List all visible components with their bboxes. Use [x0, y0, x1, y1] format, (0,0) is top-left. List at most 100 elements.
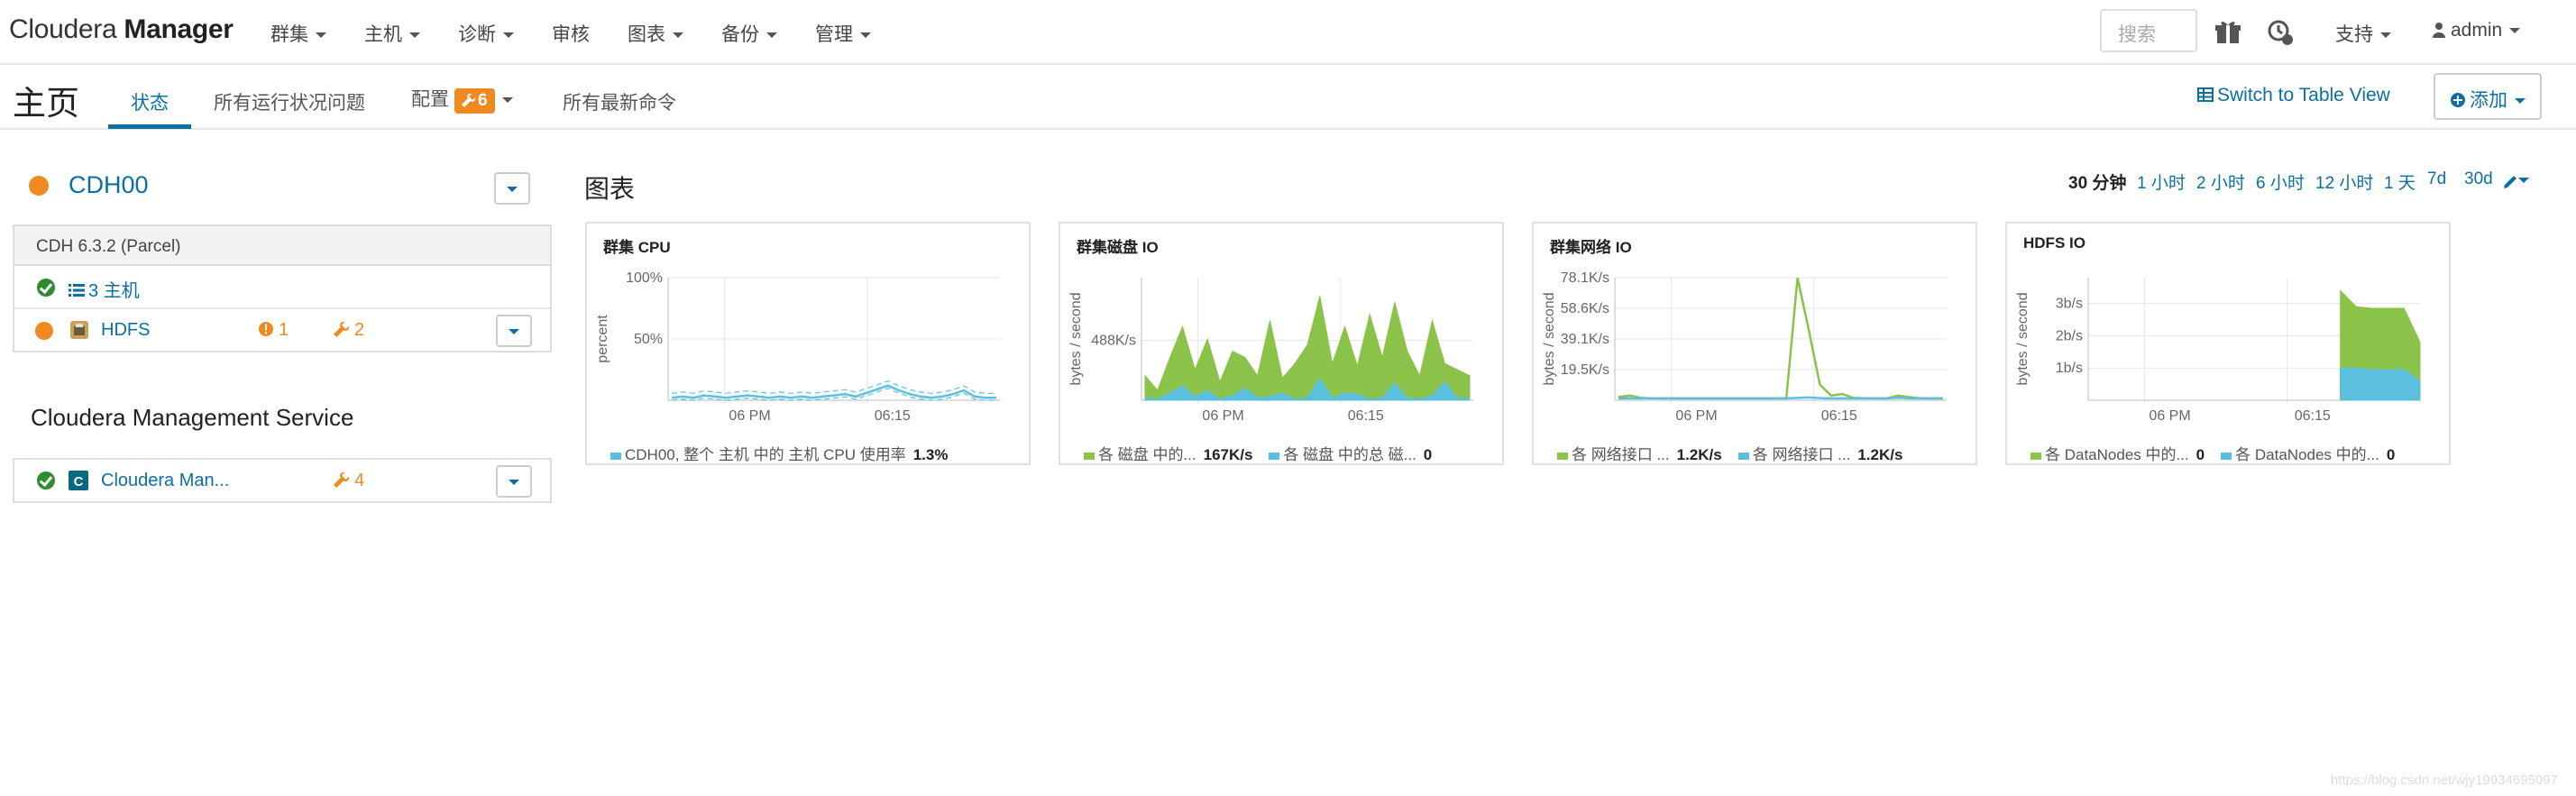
time-range-option[interactable]: 1 小时 — [2137, 169, 2186, 194]
nav-menu-label: 管理 — [815, 24, 853, 45]
y-tick-label: 2b/s — [2056, 328, 2083, 343]
cluster-version: CDH 6.3.2 (Parcel) — [13, 224, 552, 266]
chevron-down-icon — [509, 329, 519, 334]
legend-swatch — [1269, 452, 1280, 460]
legend-series-name[interactable]: 各 磁盘 中的... — [1098, 446, 1196, 463]
search-input[interactable]: 搜索 — [2100, 9, 2197, 52]
cms-service-link[interactable]: Cloudera Man... — [101, 471, 229, 491]
config-issues-indicator[interactable]: 2 — [334, 320, 364, 341]
chevron-down-icon — [2380, 32, 2391, 39]
chevron-down-icon — [673, 32, 683, 39]
chevron-down-icon — [766, 32, 777, 39]
nav-menu-label: 备份 — [721, 24, 759, 45]
add-button[interactable]: 添加 — [2434, 73, 2542, 120]
nav-menu-item[interactable]: 管理 — [815, 20, 871, 47]
legend-swatch — [610, 452, 621, 460]
hdfs-service-link[interactable]: HDFS — [101, 320, 150, 341]
nav-menu-item[interactable]: 诊断 — [458, 20, 514, 47]
alert-icon — [259, 322, 273, 336]
running-commands-icon[interactable] — [2266, 18, 2295, 47]
y-tick-label: 39.1K/s — [1561, 332, 1609, 347]
time-range-option[interactable]: 1 天 — [2384, 169, 2416, 194]
chevron-down-icon — [409, 32, 420, 39]
legend-swatch — [1737, 452, 1749, 460]
list-item: 3 主机 — [14, 266, 550, 309]
time-range-option[interactable]: 2 小时 — [2196, 169, 2245, 194]
wrench-icon — [334, 321, 350, 337]
page-title: 主页 — [13, 85, 79, 122]
cluster-actions-dropdown[interactable] — [494, 172, 530, 205]
service-status-dot — [35, 322, 53, 340]
nav-menu-item[interactable]: 备份 — [721, 20, 777, 47]
legend-series-name[interactable]: 各 DataNodes 中的... — [2045, 446, 2189, 463]
y-tick-label: 50% — [634, 332, 663, 347]
legend-value: 0 — [1423, 446, 1433, 463]
ok-status-icon — [37, 471, 55, 489]
cluster-status-dot — [29, 176, 49, 196]
time-range-option[interactable]: 7d — [2427, 169, 2446, 189]
legend-series-name[interactable]: 各 网络接口 ... — [1753, 446, 1851, 463]
table-icon — [2197, 87, 2214, 102]
health-alerts-indicator[interactable]: 1 — [258, 320, 289, 341]
pencil-icon[interactable] — [2502, 171, 2520, 189]
chart-card[interactable]: bytes / second 78.1K/s 58.6K/s 39.1K/s 19.5K… — [1532, 222, 1977, 465]
chart-card[interactable]: percent 100% 50% 06 PM 06:15 群集 CPU CDH00, 整个 … — [585, 222, 1031, 465]
chevron-down-icon — [2509, 28, 2521, 34]
support-label: 支持 — [2335, 24, 2373, 45]
cms-actions-dropdown[interactable] — [496, 465, 532, 498]
hdfs-service-icon — [70, 321, 88, 339]
chart-card[interactable]: bytes / second 488K/s 06 PM 06:15 群集磁盘 IO 各 磁… — [1059, 222, 1504, 465]
service-actions-dropdown[interactable] — [496, 315, 532, 347]
y-axis-label: percent — [595, 315, 610, 363]
cluster-name-link[interactable]: CDH00 — [69, 171, 149, 199]
y-tick-label: 100% — [626, 270, 663, 286]
cloudera-service-icon: C — [69, 471, 88, 490]
legend-series-name[interactable]: 各 磁盘 中的总 磁... — [1283, 446, 1416, 463]
x-tick-label: 06 PM — [2149, 408, 2190, 424]
nav-menu-item[interactable]: 群集 — [270, 20, 326, 47]
app-logo[interactable]: Cloudera Manager — [9, 14, 234, 45]
time-range-option[interactable]: 30d — [2464, 169, 2493, 189]
legend-value: 1.2K/s — [1857, 446, 1903, 463]
user-icon — [2433, 23, 2445, 38]
time-range-option[interactable]: 30 分钟 — [2068, 169, 2126, 194]
chart-card[interactable]: bytes / second 3b/s 2b/s 1b/s 06 PM 06:15 HDFS… — [2005, 222, 2451, 465]
watermark: https://blog.csdn.net/wjy19934695097 — [2331, 773, 2558, 788]
hosts-link[interactable]: 3 主机 — [69, 276, 140, 302]
nav-menu-item[interactable]: 审核 — [552, 20, 590, 47]
tab-recent-commands[interactable]: 所有最新命令 — [563, 88, 676, 115]
legend-swatch — [1084, 452, 1095, 460]
hosts-label: 3 主机 — [88, 281, 140, 301]
legend-series-name[interactable]: CDH00, 整个 主机 中的 主机 CPU 使用率 — [625, 446, 906, 463]
list-icon — [69, 284, 85, 297]
chevron-down-icon[interactable] — [2518, 178, 2529, 183]
nav-menu-item[interactable]: 图表 — [628, 20, 683, 47]
legend-series-name[interactable]: 各 DataNodes 中的... — [2235, 446, 2379, 463]
time-range-option[interactable]: 6 小时 — [2256, 169, 2305, 194]
wrench-icon — [334, 471, 350, 488]
y-tick-label: 78.1K/s — [1561, 270, 1609, 286]
config-badge-count: 6 — [478, 91, 488, 110]
main-menu: 群集 主机 诊断 审核 图表 备份 管理 — [270, 20, 909, 47]
cms-service-row: C Cloudera Man... 4 — [13, 458, 552, 503]
tab-configuration[interactable]: 配置 6 — [411, 85, 513, 114]
chart-title: 群集 CPU — [603, 239, 671, 256]
legend-series-name[interactable]: 各 网络接口 ... — [1572, 446, 1670, 463]
switch-view-label: Switch to Table View — [2217, 85, 2390, 105]
x-tick-label: 06:15 — [1348, 408, 1384, 424]
user-menu[interactable]: admin — [2433, 20, 2521, 41]
time-range-option[interactable]: 12 小时 — [2315, 169, 2373, 194]
alerts-count: 1 — [279, 320, 289, 340]
legend-swatch — [1557, 452, 1568, 460]
gift-icon[interactable] — [2214, 18, 2242, 47]
legend-value: 0 — [2386, 446, 2396, 463]
nav-menu-item[interactable]: 主机 — [364, 20, 420, 47]
chart-legend: 各 磁盘 中的... 167K/s 各 磁盘 中的总 磁... 0 — [1084, 442, 1448, 464]
switch-table-view-button[interactable]: Switch to Table View — [2197, 85, 2390, 106]
legend-swatch — [2221, 452, 2232, 460]
tab-status[interactable]: 状态 — [131, 88, 169, 115]
tab-health-issues[interactable]: 所有运行状况问题 — [214, 88, 365, 115]
config-issues-indicator[interactable]: 4 — [334, 471, 364, 491]
page-header: 主页 状态 所有运行状况问题 配置 6 所有最新命令 Switch to Tabl… — [0, 65, 2576, 130]
support-menu[interactable]: 支持 — [2335, 20, 2391, 47]
